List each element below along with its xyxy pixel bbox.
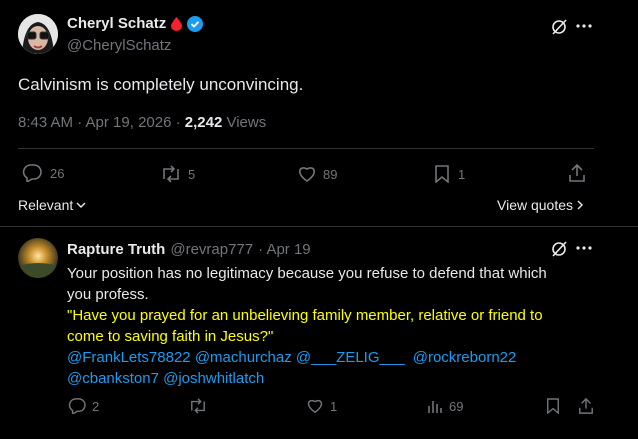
mention-link[interactable]: @rockreborn22 bbox=[413, 349, 517, 366]
reply-like-count: 1 bbox=[330, 398, 338, 414]
reply-reply-action[interactable]: 2 bbox=[68, 398, 99, 414]
mention-link[interactable]: @joshwhitlatch bbox=[163, 370, 264, 387]
reply-reply-count: 2 bbox=[92, 398, 100, 414]
reply-share-icon[interactable] bbox=[578, 397, 594, 415]
section-divider bbox=[0, 226, 638, 227]
chevron-down-icon bbox=[75, 200, 87, 210]
reply-repost-icon[interactable] bbox=[188, 398, 208, 414]
avatar-image bbox=[18, 14, 58, 54]
bookmark-action[interactable]: 1 bbox=[434, 165, 465, 183]
blood-drop-icon bbox=[171, 16, 183, 31]
author-avatar[interactable] bbox=[18, 14, 58, 54]
reply-count: 26 bbox=[50, 165, 65, 181]
divider bbox=[18, 148, 594, 149]
reply-action[interactable]: 26 bbox=[22, 164, 64, 182]
reply-avatar-image bbox=[18, 238, 58, 278]
author-name[interactable]: Cheryl Schatz bbox=[67, 15, 166, 32]
reply-quote-line: come to saving faith in Jesus?" bbox=[67, 328, 274, 345]
like-action[interactable]: 89 bbox=[297, 165, 337, 183]
like-count: 89 bbox=[323, 166, 338, 182]
reply-more-options-icon[interactable] bbox=[576, 246, 592, 250]
reply-text: Your position has no legitimacy because … bbox=[67, 263, 627, 389]
share-icon[interactable] bbox=[568, 163, 586, 183]
reply-line: you profess. bbox=[67, 286, 149, 303]
mention-link[interactable]: @___ZELIG___ bbox=[296, 349, 405, 366]
reply-author-handle[interactable]: @revrap777 bbox=[170, 241, 253, 258]
views-label: Views bbox=[222, 114, 267, 131]
reply-icon bbox=[68, 398, 86, 414]
bookmark-icon bbox=[434, 165, 450, 183]
chevron-right-icon bbox=[576, 199, 584, 211]
reply-icon bbox=[22, 164, 42, 182]
reply-time[interactable]: · Apr 19 bbox=[258, 241, 311, 258]
author-handle[interactable]: @CherylSchatz bbox=[67, 37, 171, 54]
reply-bookmark-icon[interactable] bbox=[546, 398, 560, 414]
view-quotes-link[interactable]: View quotes bbox=[497, 197, 584, 213]
mention-link[interactable]: @cbankston7 bbox=[67, 370, 159, 387]
reply-line: Your position has no legitimacy because … bbox=[67, 265, 547, 282]
post-meta: 8:43 AM · Apr 19, 2026 · 2,242 Views bbox=[18, 114, 266, 131]
repost-action[interactable]: 5 bbox=[160, 165, 195, 183]
mention-link[interactable]: @machurchaz bbox=[195, 349, 292, 366]
bookmark-count: 1 bbox=[458, 166, 466, 182]
grok-icon[interactable] bbox=[550, 18, 568, 36]
mentions-line-2: @cbankston7 @joshwhitlatch bbox=[67, 368, 627, 389]
repost-count: 5 bbox=[188, 166, 196, 182]
heart-icon bbox=[297, 165, 317, 183]
reply-grok-icon[interactable] bbox=[550, 240, 568, 258]
reply-quote-line: "Have you prayed for an unbelieving fami… bbox=[67, 307, 543, 324]
sort-label: Relevant bbox=[18, 197, 74, 213]
verified-badge-icon bbox=[187, 15, 204, 32]
repost-icon bbox=[160, 165, 182, 183]
post-text: Calvinism is completely unconvincing. bbox=[18, 75, 304, 94]
heart-icon bbox=[306, 398, 324, 414]
reply-avatar[interactable] bbox=[18, 238, 58, 278]
view-quotes-label: View quotes bbox=[497, 197, 574, 213]
mentions-line-1: @FrankLets78822 @machurchaz @___ZELIG___… bbox=[67, 347, 627, 368]
reply-views-count: 69 bbox=[449, 398, 464, 414]
reply-like-action[interactable]: 1 bbox=[306, 398, 337, 414]
analytics-icon bbox=[427, 398, 443, 414]
mention-link[interactable]: @FrankLets78822 bbox=[67, 349, 191, 366]
views-count: 2,242 bbox=[184, 114, 223, 131]
reply-views-action[interactable]: 69 bbox=[427, 398, 463, 414]
sort-dropdown[interactable]: Relevant bbox=[18, 197, 87, 213]
more-options-icon[interactable] bbox=[576, 24, 592, 28]
reply-author-name[interactable]: Rapture Truth bbox=[67, 241, 165, 258]
post-time[interactable]: 8:43 AM · Apr 19, 2026 · bbox=[18, 114, 185, 131]
